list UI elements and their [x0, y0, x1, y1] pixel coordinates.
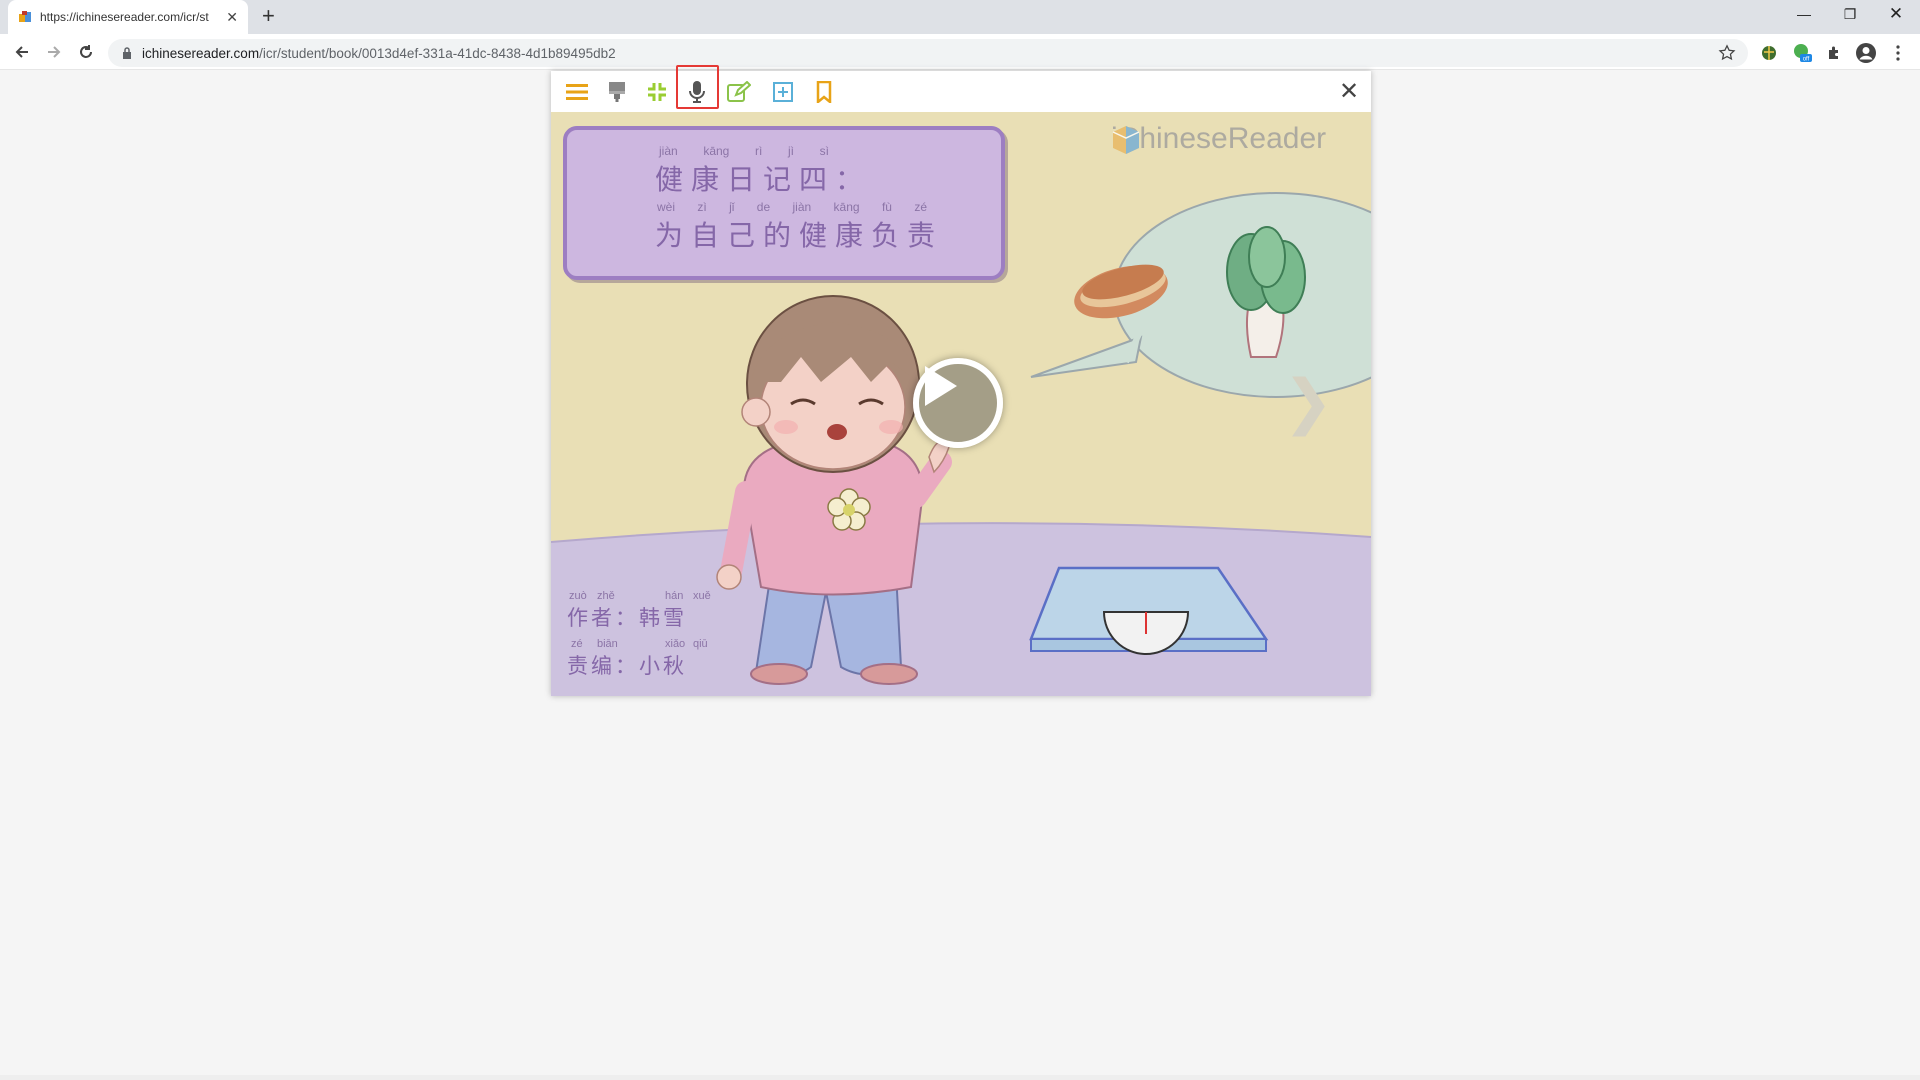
minimize-button[interactable]: — [1794, 6, 1814, 22]
forward-arrow-icon [48, 46, 61, 58]
title-card: jiàn kāng rì jì sì 健康日记四： wèi zì jǐ de j… [563, 126, 1005, 280]
address-bar[interactable]: ichinesereader.com/icr/student/book/0013… [108, 39, 1748, 67]
title-pinyin-line-1: jiàn kāng rì jì sì [659, 144, 829, 158]
editor-credit: 责编：小秋 [567, 654, 687, 678]
url-host: ichinesereader.com [142, 45, 260, 61]
forward-button[interactable] [42, 40, 66, 64]
ichinesereader-favicon [19, 11, 31, 22]
extension-globe-icon[interactable] [1758, 42, 1780, 64]
microphone-highlight-box [676, 65, 719, 109]
shrink-icon[interactable] [642, 77, 672, 107]
title-pinyin-line-2: wèi zì jǐ de jiàn kāng fù zé [657, 200, 927, 214]
tab-title: https://ichinesereader.com/icr/st [40, 10, 209, 24]
browser-menu-icon[interactable] [1887, 42, 1909, 64]
bookmark-star-icon[interactable] [1718, 44, 1736, 62]
restore-button[interactable]: ❐ [1840, 6, 1860, 23]
svg-text:off: off [1803, 57, 1810, 63]
reader-close-icon[interactable]: ✕ [1335, 77, 1363, 105]
ichinesereader-logo: iChineseReader [1111, 122, 1326, 156]
book-page-illustration[interactable]: jiàn kāng rì jì sì 健康日记四： wèi zì jǐ de j… [551, 112, 1371, 696]
author-credit: 作者：韩雪 [567, 606, 687, 630]
back-button[interactable] [10, 40, 34, 64]
bookmark-icon[interactable] [809, 77, 839, 107]
title-hanzi-line-1: 健康日记四： [655, 163, 872, 196]
window-bottom-edge [0, 1075, 1920, 1080]
lock-icon [123, 47, 131, 59]
tab-strip: https://ichinesereader.com/icr/st ✕ + — … [0, 0, 1920, 34]
logo-text: iChineseReader [1111, 122, 1327, 155]
extensions-puzzle-icon[interactable] [1823, 42, 1845, 64]
url-path: /icr/student/book/0013d4ef-331a-41dc-843… [259, 45, 616, 61]
menu-icon[interactable] [562, 77, 592, 107]
logo-cube-icon [1112, 126, 1140, 154]
extension-off-icon[interactable]: off [1791, 42, 1813, 64]
next-page-chevron-icon[interactable]: ❯ [1283, 367, 1333, 437]
title-hanzi-line-2: 为自己的健康负责 [655, 219, 944, 252]
window-close-button[interactable]: ✕ [1886, 4, 1906, 24]
browser-tab[interactable]: https://ichinesereader.com/icr/st ✕ [8, 0, 248, 34]
back-arrow-icon [15, 46, 28, 58]
browser-toolbar: ichinesereader.com/icr/student/book/0013… [0, 34, 1920, 70]
play-audio-button[interactable] [913, 358, 1003, 448]
reload-icon [80, 45, 92, 58]
edit-icon[interactable] [724, 77, 754, 107]
add-icon[interactable] [768, 77, 798, 107]
new-tab-button[interactable]: + [262, 5, 275, 27]
play-icon [925, 366, 957, 406]
reload-button[interactable] [74, 40, 98, 64]
highlighter-icon[interactable] [602, 77, 632, 107]
reader-toolbar: ✕ [551, 65, 1371, 112]
profile-avatar-icon[interactable] [1855, 42, 1877, 64]
book-reader: ✕ jiàn kāng rì jì sì 健康日记四： wèi zì jǐ de… [551, 65, 1371, 696]
tab-close-icon[interactable]: ✕ [226, 9, 238, 26]
